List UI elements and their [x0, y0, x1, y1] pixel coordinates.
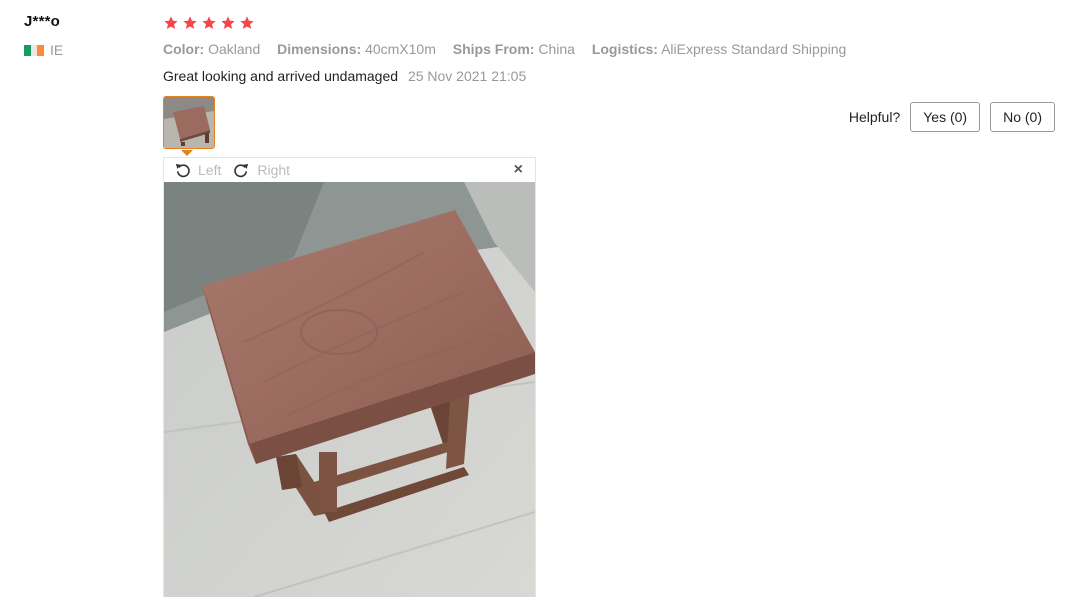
- stool-thumbnail-image: [164, 97, 214, 148]
- rotate-left-icon: [175, 164, 190, 178]
- rotate-right-icon: [234, 164, 249, 178]
- ireland-flag-icon: [24, 44, 45, 56]
- star-icon: [240, 16, 254, 29]
- country-code: IE: [50, 42, 64, 58]
- helpful-vote: Helpful? Yes (0) No (0): [849, 102, 1055, 132]
- reviewer-name: J***o: [24, 13, 61, 30]
- attr-ships-from: Ships From: China: [453, 41, 575, 57]
- attr-value: Oakland: [208, 41, 261, 57]
- star-icon: [183, 16, 197, 29]
- rotate-right-button[interactable]: Right: [231, 161, 290, 179]
- attr-value: China: [538, 41, 575, 57]
- rotate-right-label: Right: [257, 162, 291, 178]
- attr-dimensions: Dimensions: 40cmX10m: [277, 41, 436, 57]
- rotate-left-button[interactable]: Left: [174, 161, 221, 179]
- review-text: Great looking and arrived undamaged: [163, 68, 399, 84]
- reviewer-info: J***o IE: [24, 13, 63, 58]
- attr-label: Ships From:: [452, 41, 535, 57]
- close-icon[interactable]: ×: [514, 161, 523, 179]
- thumbnail-pointer: [181, 150, 193, 156]
- attr-label: Logistics:: [591, 41, 658, 57]
- helpful-label: Helpful?: [848, 109, 901, 125]
- stool-photo-image: [164, 182, 535, 597]
- attr-color: Color: Oakland: [163, 41, 260, 57]
- viewer-toolbar: Left Right ×: [164, 158, 535, 182]
- star-icon: [164, 16, 178, 29]
- review-photo-large: [164, 182, 535, 597]
- helpful-no-button[interactable]: No (0): [990, 102, 1055, 132]
- review-date: 25 Nov 2021 21:05: [407, 68, 527, 84]
- reviewer-country: IE: [24, 42, 63, 58]
- attr-value: 40cmX10m: [365, 41, 436, 57]
- star-icon: [202, 16, 216, 29]
- review-body: Great looking and arrived undamaged 25 N…: [163, 68, 526, 84]
- attr-value: AliExpress Standard Shipping: [661, 41, 847, 57]
- star-icon: [221, 16, 235, 29]
- order-attributes: Color: Oakland Dimensions: 40cmX10m Ship…: [163, 41, 859, 57]
- review-photo-thumbnail[interactable]: [163, 96, 215, 149]
- rotate-left-label: Left: [198, 162, 222, 178]
- star-rating: [163, 15, 255, 31]
- attr-label: Color:: [163, 41, 205, 57]
- helpful-yes-button[interactable]: Yes (0): [910, 102, 981, 132]
- photo-viewer: Left Right ×: [163, 157, 536, 597]
- attr-logistics: Logistics: AliExpress Standard Shipping: [592, 41, 846, 57]
- attr-label: Dimensions:: [277, 41, 362, 57]
